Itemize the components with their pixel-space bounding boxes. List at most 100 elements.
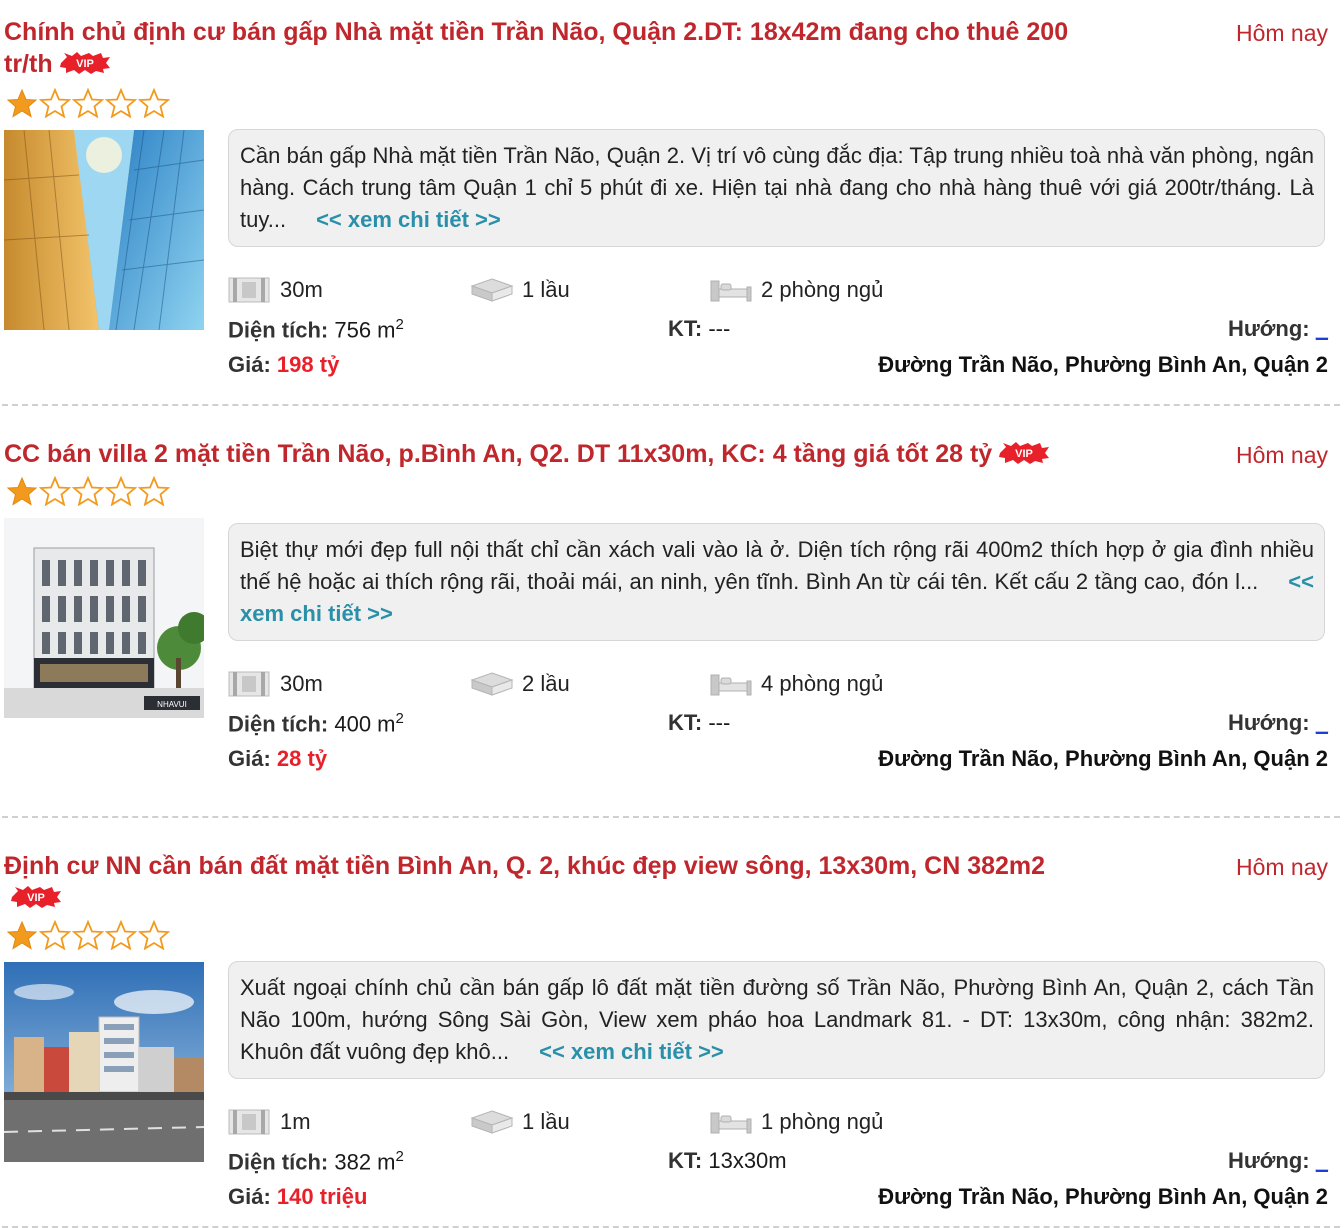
bedrooms-value: 4 phòng ngủ xyxy=(761,671,884,696)
listing-photo[interactable]: NHAVUI xyxy=(4,518,204,718)
bedrooms-value: 1 phòng ngủ xyxy=(761,1109,884,1134)
star-icon xyxy=(72,920,104,950)
star-icon xyxy=(6,920,38,950)
frontage-feature: 30m xyxy=(228,669,323,699)
description-text: Xuất ngoại chính chủ cần bán gấp lô đất … xyxy=(240,975,1314,1064)
listing-title-text[interactable]: Định cư NN cần bán đất mặt tiền Bình An,… xyxy=(4,852,1045,880)
svg-text:NHAVUI: NHAVUI xyxy=(157,700,187,709)
area-unit-sup: 2 xyxy=(395,1148,404,1165)
listing-photo[interactable] xyxy=(4,130,204,330)
kt-label: KT: xyxy=(668,316,703,341)
kt-value: --- xyxy=(708,316,731,341)
star-icon xyxy=(105,920,137,950)
vip-badge-icon xyxy=(59,52,111,74)
vip-badge-icon xyxy=(10,886,62,908)
area-value: 382 m xyxy=(334,1149,396,1175)
floors-icon xyxy=(470,669,514,699)
area-unit-sup: 2 xyxy=(395,316,404,333)
floors-feature: 1 lầu xyxy=(470,275,570,305)
price-row: Giá: 140 triệu Đường Trần Não, Phường Bì… xyxy=(228,1184,1328,1216)
star-icon xyxy=(138,920,170,950)
floors-icon xyxy=(470,1107,514,1137)
price-value: 198 tỷ xyxy=(276,352,340,377)
star-icon xyxy=(138,476,170,506)
listing-title[interactable]: CC bán villa 2 mặt tiền Trần Não, p.Bình… xyxy=(4,438,1074,470)
kt-label: KT: xyxy=(668,710,703,735)
listing-address: Đường Trần Não, Phường Bình An, Quận 2 xyxy=(878,746,1328,771)
price-label: Giá: xyxy=(228,352,271,377)
listing-description: Cần bán gấp Nhà mặt tiền Trần Não, Quận … xyxy=(228,129,1325,247)
post-date: Hôm nay xyxy=(1235,20,1328,46)
bedrooms-feature: 2 phòng ngủ xyxy=(709,275,883,305)
description-text: Biệt thự mới đẹp full nội thất chỉ cần x… xyxy=(240,537,1314,594)
price-row: Giá: 198 tỷ Đường Trần Não, Phường Bình … xyxy=(228,352,1328,384)
star-rating xyxy=(6,920,170,950)
listing-address: Đường Trần Não, Phường Bình An, Quận 2 xyxy=(878,1184,1328,1209)
direction-label: Hướng: xyxy=(1227,316,1310,341)
listing-title-text[interactable]: CC bán villa 2 mặt tiền Trần Não, p.Bình… xyxy=(4,440,992,468)
direction-value[interactable]: _ xyxy=(1316,1148,1328,1173)
direction-value[interactable]: _ xyxy=(1316,710,1328,735)
star-icon xyxy=(6,476,38,506)
kt-label: KT: xyxy=(668,1148,703,1173)
floors-feature: 1 lầu xyxy=(470,1107,570,1137)
frontage-icon xyxy=(228,1107,272,1137)
price-value: 140 triệu xyxy=(276,1184,368,1209)
area-label: Diện tích: xyxy=(228,317,329,343)
star-icon xyxy=(72,476,104,506)
frontage-feature: 1m xyxy=(228,1107,311,1137)
price-row: Giá: 28 tỷ Đường Trần Não, Phường Bình A… xyxy=(228,746,1328,778)
frontage-value: 30m xyxy=(280,671,323,696)
vip-badge-icon xyxy=(998,442,1050,464)
listing-title[interactable]: Chính chủ định cư bán gấp Nhà mặt tiền T… xyxy=(4,16,1074,80)
area-label: Diện tích: xyxy=(228,711,329,737)
listing-title[interactable]: Định cư NN cần bán đất mặt tiền Bình An,… xyxy=(4,850,1074,914)
specs-row: Diện tích: 400 m2 KT: --- Hướng: _ xyxy=(228,710,1328,742)
frontage-value: 1m xyxy=(280,1109,311,1134)
area-unit-sup: 2 xyxy=(395,710,404,727)
view-details-link[interactable]: << xem chi tiết >> xyxy=(316,207,501,232)
floors-value: 1 lầu xyxy=(522,1109,570,1134)
listing-photo[interactable] xyxy=(4,962,204,1162)
area-value: 400 m xyxy=(334,711,396,737)
direction-label: Hướng: xyxy=(1227,710,1310,735)
star-rating xyxy=(6,88,170,118)
kt-value: 13x30m xyxy=(708,1148,787,1173)
floors-value: 2 lầu xyxy=(522,671,570,696)
area-label: Diện tích: xyxy=(228,1149,329,1175)
star-rating xyxy=(6,476,170,506)
star-icon xyxy=(105,476,137,506)
price-label: Giá: xyxy=(228,746,271,771)
direction-label: Hướng: xyxy=(1227,1148,1310,1173)
frontage-icon xyxy=(228,669,272,699)
post-date: Hôm nay xyxy=(1235,854,1328,880)
frontage-value: 30m xyxy=(280,277,323,302)
post-date: Hôm nay xyxy=(1235,442,1328,468)
star-icon xyxy=(105,88,137,118)
star-icon xyxy=(39,920,71,950)
star-icon xyxy=(6,88,38,118)
listing-card: Định cư NN cần bán đất mặt tiền Bình An,… xyxy=(2,840,1340,1228)
price-value: 28 tỷ xyxy=(276,746,328,771)
direction-value[interactable]: _ xyxy=(1316,316,1328,341)
floors-feature: 2 lầu xyxy=(470,669,570,699)
listing-description: Xuất ngoại chính chủ cần bán gấp lô đất … xyxy=(228,961,1325,1079)
floors-value: 1 lầu xyxy=(522,277,570,302)
frontage-icon xyxy=(228,275,272,305)
star-icon xyxy=(72,88,104,118)
listing-card: CC bán villa 2 mặt tiền Trần Não, p.Bình… xyxy=(2,428,1340,818)
bed-icon xyxy=(709,1107,753,1137)
star-icon xyxy=(39,476,71,506)
specs-row: Diện tích: 382 m2 KT: 13x30m Hướng: _ xyxy=(228,1148,1328,1180)
price-label: Giá: xyxy=(228,1184,271,1209)
kt-value: --- xyxy=(708,710,731,735)
view-details-link[interactable]: << xem chi tiết >> xyxy=(539,1039,724,1064)
bed-icon xyxy=(709,275,753,305)
bedrooms-feature: 4 phòng ngủ xyxy=(709,669,883,699)
listing-card: Chính chủ định cư bán gấp Nhà mặt tiền T… xyxy=(2,0,1340,406)
bedrooms-feature: 1 phòng ngủ xyxy=(709,1107,883,1137)
frontage-feature: 30m xyxy=(228,275,323,305)
listing-title-text[interactable]: Chính chủ định cư bán gấp Nhà mặt tiền T… xyxy=(4,18,1068,78)
bedrooms-value: 2 phòng ngủ xyxy=(761,277,884,302)
star-icon xyxy=(39,88,71,118)
